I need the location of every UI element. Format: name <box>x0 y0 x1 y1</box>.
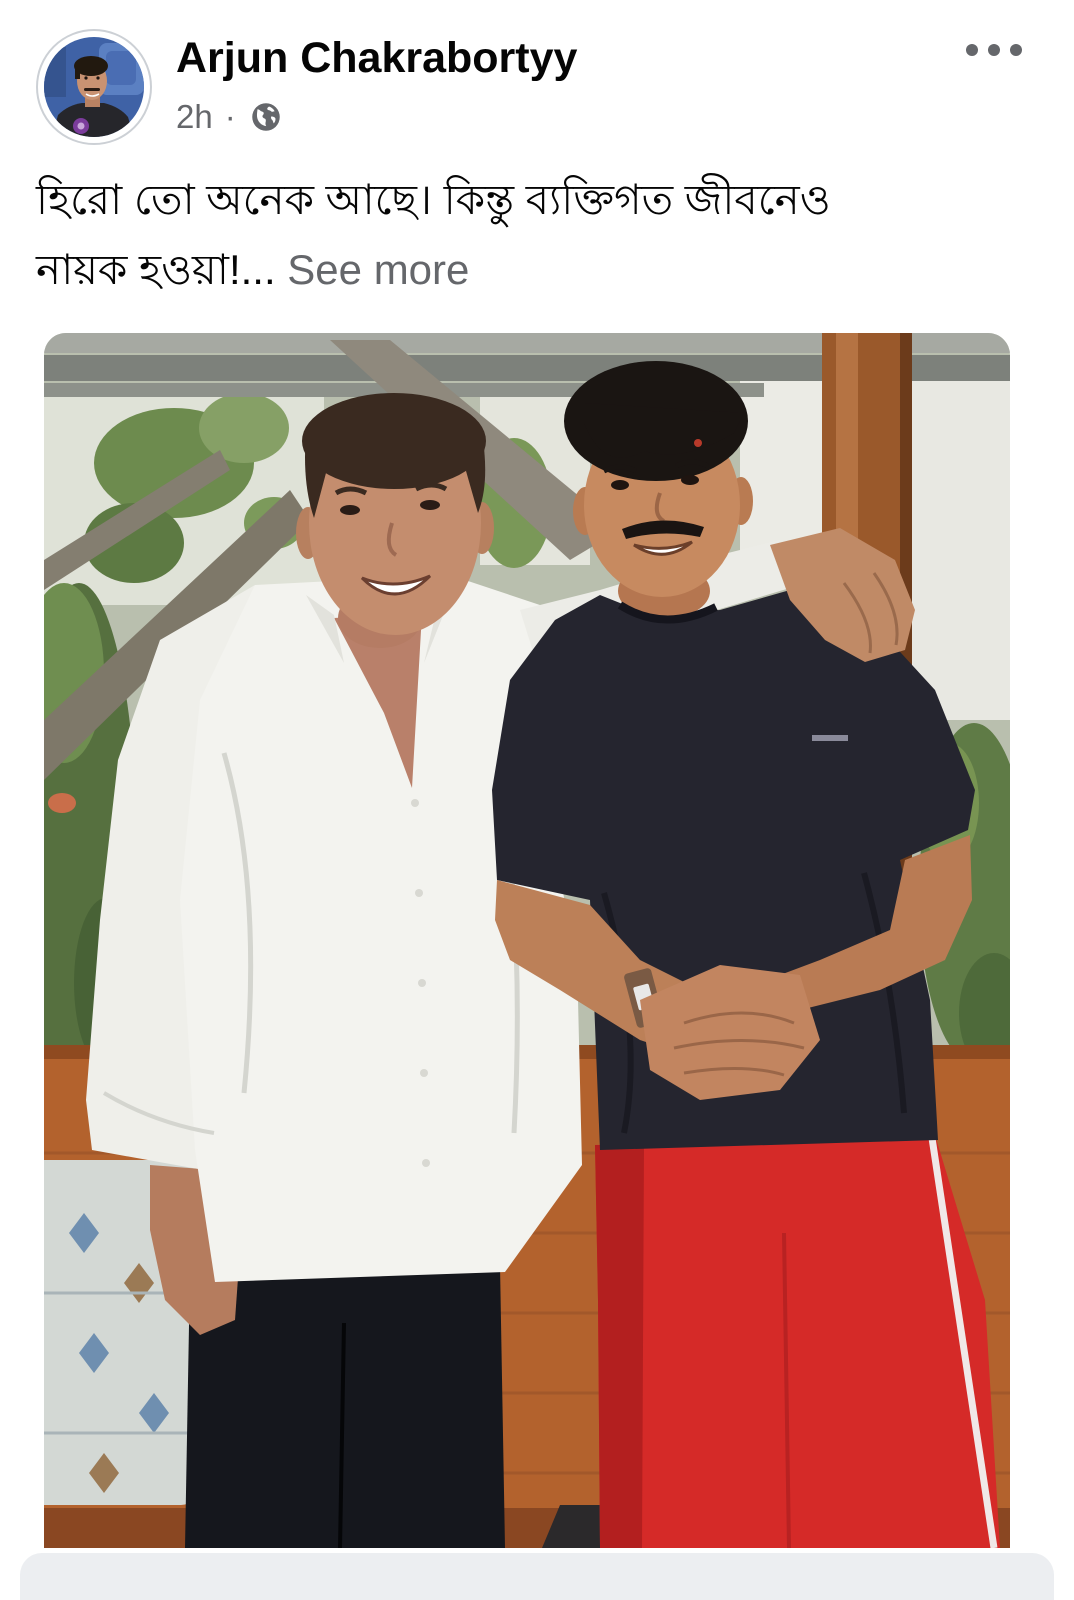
more-horizontal-icon <box>966 44 978 56</box>
post-text: হিরো তো অনেক আছে। কিন্তু ব্যক্তিগত জীবনে… <box>36 165 1036 305</box>
see-more-link[interactable]: See more <box>287 246 469 293</box>
post-text-line-content: নায়ক হওয়া!... <box>36 246 276 293</box>
post-timestamp[interactable]: 2h <box>176 98 213 136</box>
post-meta: 2h · <box>176 97 281 137</box>
facebook-post: Arjun Chakrabortyy 2h · হিরো তো অনেক আছে… <box>0 0 1074 1600</box>
next-card-edge <box>20 1553 1054 1600</box>
profile-photo-avatar <box>44 37 144 137</box>
more-horizontal-icon <box>988 44 1000 56</box>
post-text-line: নায়ক হওয়া!... See more <box>36 235 1036 305</box>
more-horizontal-icon <box>1010 44 1022 56</box>
author-avatar[interactable] <box>36 29 152 145</box>
post-photo-image <box>44 333 1010 1548</box>
post-photo[interactable] <box>44 333 1010 1548</box>
post-text-line: হিরো তো অনেক আছে। কিন্তু ব্যক্তিগত জীবনে… <box>36 176 831 223</box>
more-options-button[interactable] <box>966 44 1022 56</box>
author-name[interactable]: Arjun Chakrabortyy <box>176 30 577 86</box>
meta-separator: · <box>224 98 236 135</box>
globe-icon <box>251 102 281 132</box>
